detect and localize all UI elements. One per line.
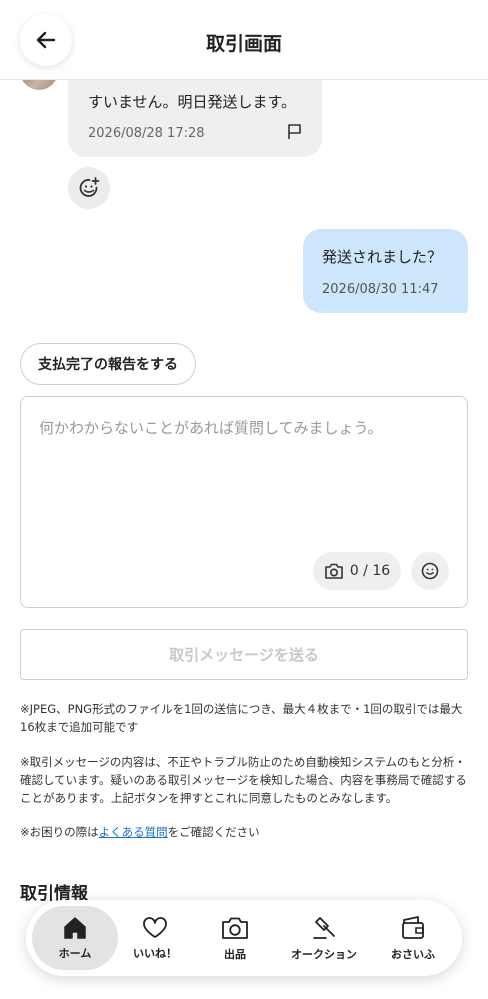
received-message-time: 2026/08/28 17:28 <box>88 126 205 141</box>
add-reaction-button[interactable] <box>68 167 110 209</box>
header: 取引画面 <box>0 0 488 80</box>
sent-message-text: 発送されました？ <box>322 248 443 266</box>
bottom-tab-bar: ホーム いいね！ 出品 オークション おさいふ <box>26 900 462 976</box>
emoji-button[interactable] <box>411 552 449 590</box>
tab-likes[interactable]: いいね！ <box>112 906 198 970</box>
camera-icon <box>325 563 343 579</box>
message-input[interactable]: 何かわからないことがあれば質問してみましょう。 0 / 16 <box>20 396 468 608</box>
flag-icon[interactable] <box>286 123 304 141</box>
emoji-add-icon <box>79 177 100 197</box>
help-note-suffix: をご確認ください <box>167 825 260 839</box>
monitoring-note: ※取引メッセージの内容は、不正やトラブル防止のため自動検知システムのもと分析・確… <box>20 755 467 805</box>
received-message-text: すいません。明日発送します。 <box>88 93 297 111</box>
page-title: 取引画面 <box>205 33 282 55</box>
help-note: ※お困りの際はよくある質問をご確認ください <box>20 823 468 841</box>
wallet-icon <box>402 915 424 939</box>
tab-wallet[interactable]: おさいふ <box>370 906 456 970</box>
tab-home-label: ホーム <box>58 946 92 960</box>
add-photo-button[interactable]: 0 / 16 <box>313 552 401 590</box>
tab-wallet-label: おさいふ <box>391 947 435 961</box>
tab-sell[interactable]: 出品 <box>192 906 278 970</box>
home-icon <box>64 916 86 939</box>
emoji-icon <box>421 562 439 580</box>
payment-report-button[interactable]: 支払完了の報告をする <box>20 343 196 385</box>
photo-count: 0 / 16 <box>349 563 391 579</box>
received-message: すいません。明日発送します。 2026/08/28 17:28 <box>68 76 322 157</box>
tab-auction-label: オークション <box>291 947 357 961</box>
camera-icon <box>222 917 248 939</box>
gavel-icon <box>313 916 335 939</box>
upload-limit-note: ※JPEG、PNG形式のファイルを1回の送信につき、最大４枚まで・1回の取引では… <box>20 702 463 734</box>
tab-home[interactable]: ホーム <box>32 906 118 970</box>
tab-auction[interactable]: オークション <box>280 906 368 970</box>
message-input-placeholder: 何かわからないことがあれば質問してみましょう。 <box>39 419 383 437</box>
send-message-button[interactable]: 取引メッセージを送る <box>20 629 468 680</box>
tab-likes-label: いいね！ <box>133 946 177 960</box>
heart-icon <box>143 916 167 938</box>
tab-sell-label: 出品 <box>224 947 246 961</box>
sent-message-time: 2026/08/30 11:47 <box>322 282 439 297</box>
sent-message: 発送されました？ 2026/08/30 11:47 <box>303 229 468 313</box>
faq-link[interactable]: よくある質問 <box>99 825 168 839</box>
help-note-prefix: ※お困りの際は <box>20 825 99 839</box>
